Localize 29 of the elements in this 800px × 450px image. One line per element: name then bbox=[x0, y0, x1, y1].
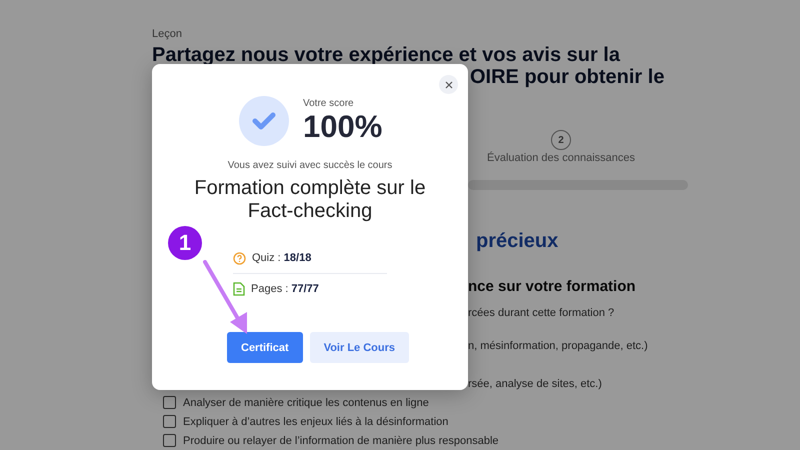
score-label: Votre score bbox=[303, 98, 354, 110]
option-label: n, mésinformation, propagande, etc.) bbox=[468, 339, 648, 354]
step-number: 2 bbox=[551, 130, 571, 150]
stat-text: Pages : 77/77 bbox=[251, 283, 319, 295]
checkbox[interactable] bbox=[163, 415, 176, 428]
page-heading: Partagez nous votre expérience et vos avis sur la bbox=[152, 44, 620, 66]
stat-text: Quiz : 18/18 bbox=[252, 252, 312, 264]
question-icon bbox=[233, 252, 246, 264]
page-heading: OIRE pour obtenir le bbox=[470, 66, 664, 88]
close-button[interactable] bbox=[439, 75, 458, 94]
question-text: rcées durant cette formation ? bbox=[468, 306, 614, 321]
breadcrumb: Leçon bbox=[152, 27, 182, 41]
section-title: précieux bbox=[476, 229, 558, 253]
option-label: Produire ou relayer de l’information de manière plus responsable bbox=[183, 434, 499, 446]
course-title: Formation complète sur le Fact-checking bbox=[193, 177, 427, 223]
option-label: Expliquer à d’autres les enjeux liés à la désinformation bbox=[183, 416, 448, 428]
certificate-button[interactable]: Certificat bbox=[227, 332, 303, 363]
close-icon bbox=[444, 80, 452, 88]
step-label: Évaluation des connaissances bbox=[487, 151, 635, 165]
checkbox[interactable] bbox=[163, 396, 176, 409]
checkbox[interactable] bbox=[163, 434, 176, 447]
option-label: rsée, analyse de sites, etc.) bbox=[468, 378, 602, 390]
document-icon bbox=[233, 282, 245, 296]
checkmark-icon bbox=[239, 96, 289, 146]
subtitle: Vous avez suivi avec succès le cours bbox=[228, 159, 392, 173]
score-value: 100% bbox=[303, 110, 382, 144]
question-title: nce sur votre formation bbox=[468, 278, 636, 296]
course-button[interactable]: Voir Le Cours bbox=[310, 332, 409, 363]
option-label: Analyser de manière critique les contenus en ligne bbox=[183, 396, 429, 408]
